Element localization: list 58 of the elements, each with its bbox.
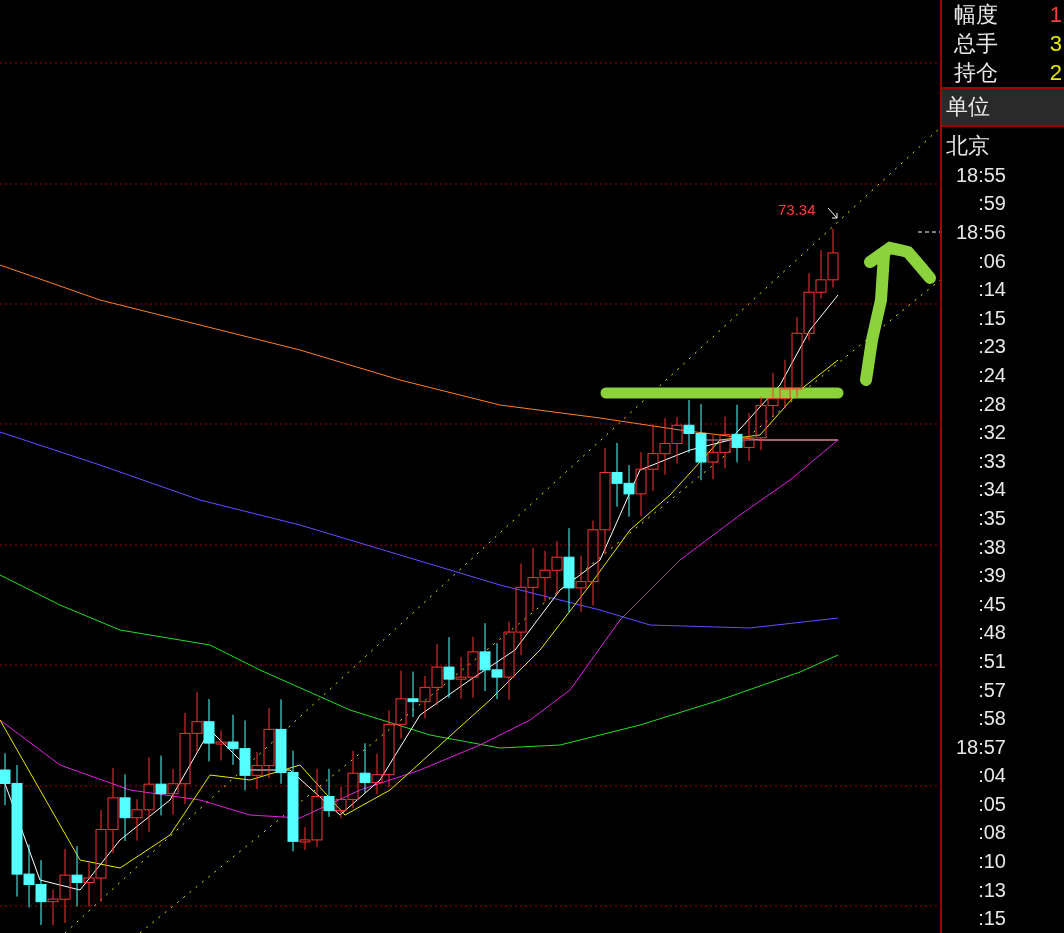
candlestick bbox=[815, 249, 827, 300]
dashed-marker-line bbox=[917, 231, 940, 233]
quote-label: 持仓 bbox=[954, 58, 998, 87]
candlestick bbox=[635, 451, 647, 517]
candlestick bbox=[827, 228, 839, 289]
candlestick bbox=[719, 415, 731, 469]
candlestick bbox=[491, 642, 503, 700]
candlestick bbox=[803, 272, 815, 341]
location-label: 北京 bbox=[946, 132, 990, 160]
quote-value: 2 bbox=[1049, 59, 1062, 86]
time-label: :48 bbox=[978, 621, 1006, 645]
time-label: 18:57 bbox=[955, 735, 1006, 759]
price-label: 73.34 bbox=[778, 201, 816, 218]
time-label: :14 bbox=[978, 278, 1006, 302]
time-label: :13 bbox=[978, 878, 1006, 902]
time-label: :05 bbox=[978, 792, 1006, 816]
time-label: :28 bbox=[978, 392, 1006, 416]
candlestick bbox=[71, 845, 83, 907]
candlestick bbox=[683, 399, 695, 454]
unit-header: 单位 bbox=[942, 87, 1064, 127]
candlestick bbox=[659, 417, 671, 476]
candlestick bbox=[767, 372, 779, 418]
time-label: :23 bbox=[978, 335, 1006, 359]
quote-label: 幅度 bbox=[954, 0, 998, 29]
time-label: :45 bbox=[978, 592, 1006, 616]
candlestick bbox=[743, 412, 755, 462]
time-label: :15 bbox=[978, 306, 1006, 330]
candlestick bbox=[479, 622, 491, 692]
time-label: :35 bbox=[978, 506, 1006, 530]
time-label: :39 bbox=[978, 564, 1006, 588]
time-label: :59 bbox=[978, 192, 1006, 216]
quote-value: 1 bbox=[1049, 1, 1062, 28]
candlestick bbox=[539, 550, 551, 602]
candlestick bbox=[359, 742, 371, 794]
time-label: :10 bbox=[978, 850, 1006, 874]
quote-value: 3 bbox=[1049, 30, 1062, 57]
pointer-arrow-icon bbox=[827, 207, 838, 219]
time-label: 18:56 bbox=[955, 221, 1006, 244]
time-label: :57 bbox=[978, 678, 1006, 702]
time-label: :04 bbox=[978, 764, 1006, 788]
candlestick bbox=[671, 416, 683, 465]
time-label: :08 bbox=[978, 821, 1006, 845]
time-label: :38 bbox=[978, 535, 1006, 559]
time-label: :58 bbox=[978, 707, 1006, 731]
candlestick bbox=[731, 404, 743, 463]
quote-label: 总手 bbox=[954, 29, 998, 58]
time-label: :24 bbox=[978, 363, 1006, 387]
candlestick bbox=[623, 464, 635, 518]
candlestick bbox=[155, 755, 167, 816]
candlestick bbox=[647, 423, 659, 492]
time-label: :33 bbox=[978, 449, 1006, 473]
time-label: 18:55 bbox=[955, 163, 1006, 187]
candlestick bbox=[755, 396, 767, 451]
time-label: :34 bbox=[978, 478, 1006, 502]
time-label: :51 bbox=[978, 649, 1006, 673]
time-label: :06 bbox=[978, 249, 1006, 273]
time-label: :32 bbox=[978, 421, 1006, 445]
time-label: :15 bbox=[978, 907, 1006, 931]
